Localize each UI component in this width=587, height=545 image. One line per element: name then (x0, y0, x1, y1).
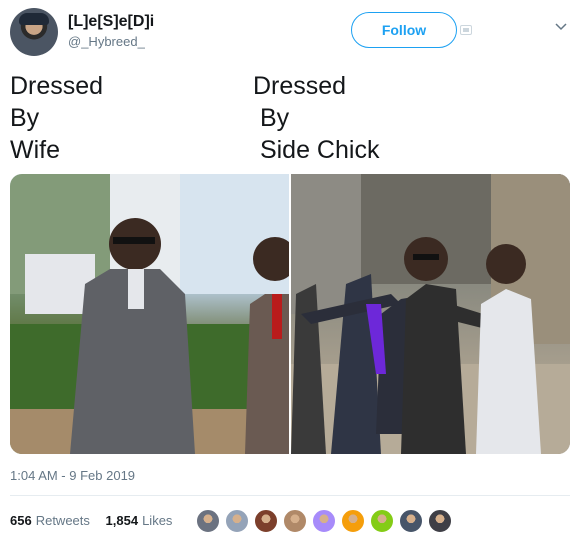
tweet-text-line: By (253, 104, 290, 132)
tweet-text-line: Dressed (253, 72, 347, 100)
chevron-down-icon[interactable] (554, 20, 568, 34)
liker-avatar[interactable] (428, 509, 452, 533)
photo-right-illustration (291, 174, 570, 454)
tweet-text-line: Wife (10, 136, 60, 164)
tweet-stats: 656 Retweets 1,854 Likes (10, 513, 184, 528)
photo-left-illustration (10, 174, 289, 454)
liker-avatar[interactable] (399, 509, 423, 533)
media-badge-icon (460, 25, 472, 35)
liker-avatar[interactable] (254, 509, 278, 533)
follow-button[interactable]: Follow (351, 12, 457, 48)
retweets-count[interactable]: 656 (10, 513, 32, 528)
tweet-header: [L]e[S]e[D]i @_Hybreed_ Follow (10, 8, 577, 58)
liker-avatar[interactable] (312, 509, 336, 533)
tweet-text-line: Side Chick (253, 136, 380, 164)
liker-avatar[interactable] (283, 509, 307, 533)
likes-label[interactable]: Likes (142, 513, 172, 528)
photo-left[interactable] (10, 174, 289, 454)
liker-avatar[interactable] (196, 509, 220, 533)
likes-count[interactable]: 1,854 (106, 513, 139, 528)
author-handle[interactable]: @_Hybreed_ (68, 34, 145, 49)
tweet-text-line: By (10, 104, 40, 132)
photo-right[interactable] (291, 174, 570, 454)
divider (10, 495, 570, 496)
liker-avatar[interactable] (341, 509, 365, 533)
tweet-text: Dressed By Wife Dressed By Side Chick (10, 70, 570, 166)
tweet-text-left-column: Dressed By Wife (10, 70, 103, 166)
tweet-text-line: Dressed (10, 72, 104, 100)
liker-avatar[interactable] (370, 509, 394, 533)
tweet-media[interactable] (10, 174, 570, 454)
tweet-timestamp[interactable]: 1:04 AM - 9 Feb 2019 (10, 468, 135, 483)
avatar[interactable] (10, 8, 58, 56)
liker-avatar[interactable] (225, 509, 249, 533)
retweets-label[interactable]: Retweets (36, 513, 90, 528)
author-display-name[interactable]: [L]e[S]e[D]i (68, 13, 154, 31)
tweet-text-right-column: Dressed By Side Chick (253, 70, 379, 166)
